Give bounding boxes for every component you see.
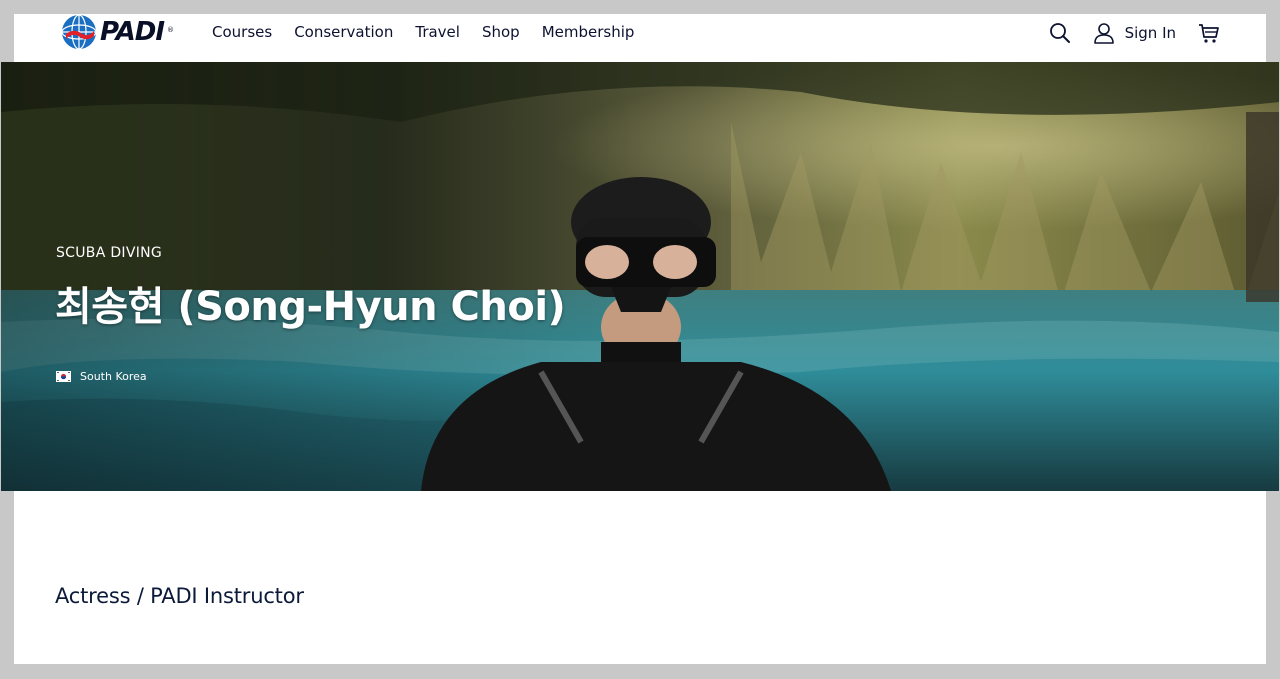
padi-logo[interactable]: PADI ® [61,14,174,50]
nav-item-membership[interactable]: Membership [542,14,635,50]
hero-title: 최송현 (Song-Hyun Choi) [55,284,566,330]
header-tools: Sign In [1049,14,1220,52]
nav-item-courses[interactable]: Courses [212,14,272,50]
sign-in-button[interactable]: Sign In [1093,22,1176,44]
hero-category-label: SCUBA DIVING [56,245,163,261]
nav-item-conservation[interactable]: Conservation [294,14,393,50]
cart-icon[interactable] [1198,22,1220,44]
country-label: South Korea [80,370,147,383]
main-nav: Courses Conservation Travel Shop Members… [212,14,656,50]
hero-country: South Korea [56,370,147,383]
nav-item-travel[interactable]: Travel [415,14,460,50]
search-icon[interactable] [1049,22,1071,44]
profile-subtitle: Actress / PADI Instructor [55,584,304,608]
site-header: PADI ® Courses Conservation Travel Shop … [14,14,1266,63]
sign-in-label: Sign In [1124,24,1176,42]
nav-item-shop[interactable]: Shop [482,14,520,50]
brand-wordmark: PADI [100,17,165,47]
globe-logo-icon [61,14,97,50]
user-icon [1093,23,1114,44]
trademark-symbol: ® [167,26,175,34]
hero-banner: SCUBA DIVING 최송현 (Song-Hyun Choi) South … [1,62,1279,491]
south-korea-flag-icon [56,371,71,382]
